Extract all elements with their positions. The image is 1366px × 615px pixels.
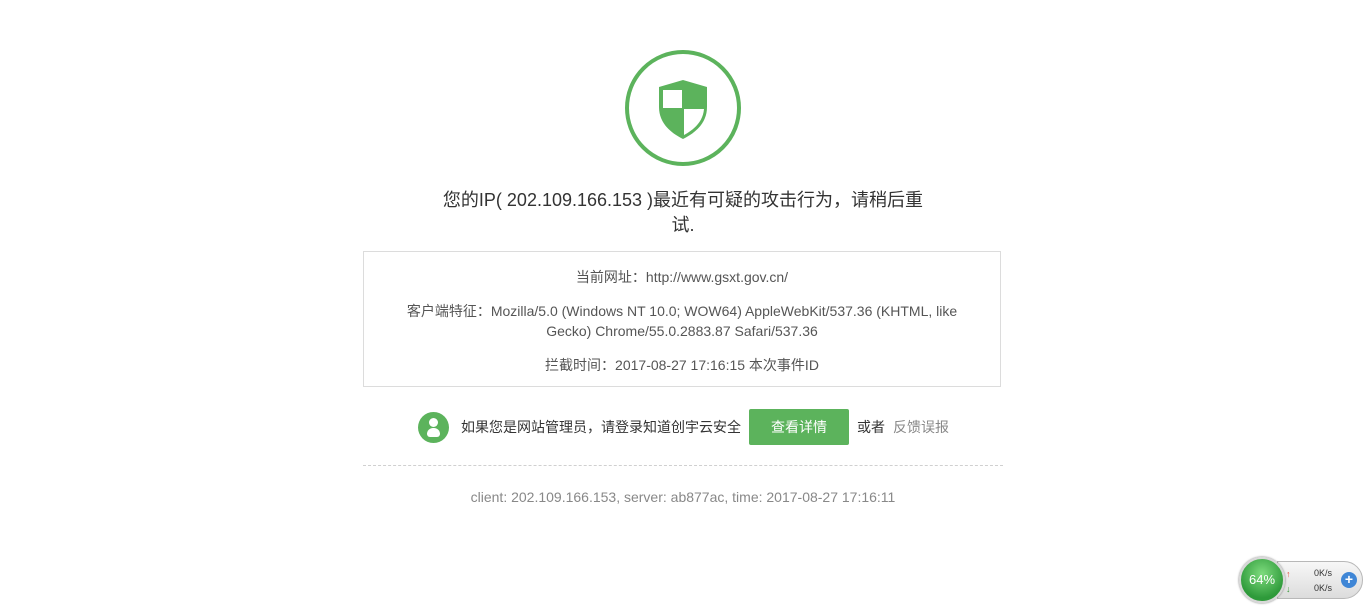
block-message-line1: 您的IP( 202.109.166.153 )最近有可疑的攻击行为，请稍后重 [442, 190, 924, 210]
current-url: 当前网址：http://www.gsxt.gov.cn/ [575, 269, 789, 285]
net-speed-widget[interactable]: ↑ 0K/s ↓ 0K/s + 64% [1237, 556, 1366, 606]
memory-percent[interactable]: 64% [1239, 557, 1285, 603]
view-details-button[interactable]: 查看详情 [749, 409, 849, 445]
download-speed: 0K/s [1313, 583, 1332, 593]
intercept-time: 拦截时间：2017-08-27 17:16:15 本次事件ID [545, 357, 819, 373]
arrow-down-icon: ↓ [1286, 584, 1291, 594]
arrow-up-icon: ↑ [1286, 569, 1291, 579]
upload-speed: 0K/s [1313, 568, 1332, 578]
plus-icon[interactable]: + [1341, 572, 1357, 588]
block-message-line2: 试. [671, 215, 695, 235]
block-page: 您的IP( 202.109.166.153 )最近有可疑的攻击行为，请稍后重 试… [0, 0, 1366, 615]
user-icon [418, 411, 449, 443]
admin-row: 如果您是网站管理员，请登录知道创宇云安全 查看详情 或者 反馈误报 [418, 409, 949, 445]
client-server-info: client: 202.109.166.153, server: ab877ac… [470, 489, 896, 505]
block-message: 您的IP( 202.109.166.153 )最近有可疑的攻击行为，请稍后重 试… [433, 188, 933, 238]
shield-icon [624, 49, 742, 167]
divider [363, 465, 1003, 466]
speed-panel: ↑ 0K/s ↓ 0K/s + [1277, 561, 1363, 599]
admin-prompt: 如果您是网站管理员，请登录知道创宇云安全 [461, 419, 741, 435]
request-info-box: 当前网址：http://www.gsxt.gov.cn/ 客户端特征：Mozil… [363, 251, 1001, 387]
user-agent: 客户端特征：Mozilla/5.0 (Windows NT 10.0; WOW6… [406, 303, 958, 339]
report-false-positive-link[interactable]: 反馈误报 [893, 417, 949, 437]
or-text: 或者 [857, 419, 885, 435]
